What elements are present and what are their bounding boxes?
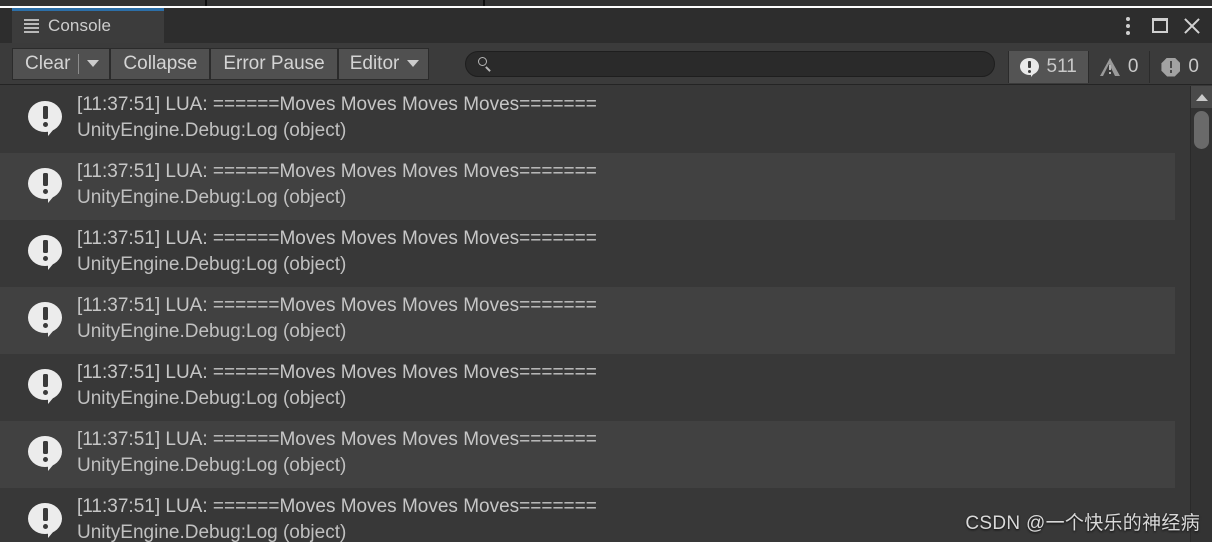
- log-entry-text: [11:37:51] LUA: ======Moves Moves Moves …: [77, 159, 597, 211]
- log-entry-text: [11:37:51] LUA: ======Moves Moves Moves …: [77, 293, 597, 345]
- search-icon: [478, 57, 492, 72]
- error-bubble-icon: [1019, 57, 1039, 77]
- error-bubble-icon: [28, 369, 62, 404]
- window-controls: [1114, 8, 1206, 43]
- clear-button-separator: [78, 53, 80, 74]
- log-entry-message: [11:37:51] LUA: ======Moves Moves Moves …: [77, 429, 597, 450]
- clear-button[interactable]: Clear: [12, 47, 111, 80]
- error-bubble-icon: [28, 101, 62, 136]
- log-entry-row[interactable]: [11:37:51] LUA: ======Moves Moves Moves …: [0, 488, 1175, 542]
- error-counter[interactable]: 511: [1007, 51, 1088, 83]
- log-entry-message: [11:37:51] LUA: ======Moves Moves Moves …: [77, 94, 597, 115]
- log-entry-row[interactable]: [11:37:51] LUA: ======Moves Moves Moves …: [0, 220, 1175, 287]
- log-counters: 511 0 0: [1007, 51, 1210, 83]
- close-icon: [1183, 17, 1201, 35]
- close-button[interactable]: [1178, 11, 1206, 41]
- log-entry-stack: UnityEngine.Debug:Log (object): [77, 254, 347, 275]
- error-counter-value: 511: [1046, 56, 1077, 77]
- warning-counter[interactable]: 0: [1087, 51, 1150, 83]
- vertical-scrollbar[interactable]: [1190, 86, 1212, 542]
- chevron-down-icon: [407, 60, 420, 67]
- maximize-icon: [1152, 18, 1168, 33]
- log-entry-message: [11:37:51] LUA: ======Moves Moves Moves …: [77, 496, 597, 517]
- warning-triangle-icon: [1099, 58, 1120, 76]
- maximize-button[interactable]: [1146, 11, 1174, 41]
- error-bubble-icon: [28, 503, 62, 538]
- log-entry-text: [11:37:51] LUA: ======Moves Moves Moves …: [77, 226, 597, 278]
- log-entry-row[interactable]: [11:37:51] LUA: ======Moves Moves Moves …: [0, 421, 1175, 488]
- scrollbar-thumb[interactable]: [1194, 111, 1209, 149]
- scroll-up-button[interactable]: [1191, 86, 1212, 108]
- log-entry-list[interactable]: [11:37:51] LUA: ======Moves Moves Moves …: [0, 86, 1212, 542]
- info-counter[interactable]: 0: [1149, 51, 1210, 83]
- kebab-menu-button[interactable]: [1114, 11, 1142, 41]
- console-lines-icon: [24, 18, 39, 33]
- info-octagon-icon: [1161, 57, 1181, 77]
- log-entry-text: [11:37:51] LUA: ======Moves Moves Moves …: [77, 360, 597, 412]
- chevron-down-icon[interactable]: [87, 60, 100, 67]
- error-bubble-icon: [28, 302, 62, 337]
- clear-button-label: Clear: [25, 52, 71, 74]
- warning-counter-value: 0: [1127, 56, 1139, 77]
- search-field[interactable]: [465, 51, 995, 77]
- log-entry-stack: UnityEngine.Debug:Log (object): [77, 388, 347, 409]
- log-entry-message: [11:37:51] LUA: ======Moves Moves Moves …: [77, 228, 597, 249]
- log-entry-text: [11:37:51] LUA: ======Moves Moves Moves …: [77, 494, 597, 542]
- tab-console[interactable]: Console: [12, 8, 164, 43]
- log-entry-stack: UnityEngine.Debug:Log (object): [77, 455, 347, 476]
- log-entry-message: [11:37:51] LUA: ======Moves Moves Moves …: [77, 161, 597, 182]
- kebab-menu-icon: [1126, 16, 1130, 35]
- editor-dropdown-label: Editor: [349, 52, 400, 74]
- log-entry-row[interactable]: [11:37:51] LUA: ======Moves Moves Moves …: [0, 86, 1175, 153]
- log-entry-row[interactable]: [11:37:51] LUA: ======Moves Moves Moves …: [0, 354, 1175, 421]
- log-entry-row[interactable]: [11:37:51] LUA: ======Moves Moves Moves …: [0, 287, 1175, 354]
- chevron-up-icon: [1195, 93, 1208, 101]
- editor-dropdown-button[interactable]: Editor: [337, 47, 430, 80]
- error-bubble-icon: [28, 168, 62, 203]
- unity-console-window: Console Clear Collapse Error Pause Edito…: [0, 0, 1212, 542]
- log-entry-stack: UnityEngine.Debug:Log (object): [77, 321, 347, 342]
- log-entry-stack: UnityEngine.Debug:Log (object): [77, 522, 347, 542]
- error-pause-button[interactable]: Error Pause: [210, 47, 338, 80]
- tab-console-label: Console: [48, 15, 112, 35]
- error-bubble-icon: [28, 436, 62, 471]
- info-counter-value: 0: [1188, 56, 1199, 77]
- log-entry-stack: UnityEngine.Debug:Log (object): [77, 120, 347, 141]
- collapse-button[interactable]: Collapse: [110, 47, 211, 80]
- error-pause-button-label: Error Pause: [223, 52, 325, 74]
- log-entry-message: [11:37:51] LUA: ======Moves Moves Moves …: [77, 295, 597, 316]
- log-entry-stack: UnityEngine.Debug:Log (object): [77, 187, 347, 208]
- tab-bar: Console: [0, 8, 1212, 43]
- tab-active-accent: [12, 8, 164, 11]
- log-entry-text: [11:37:51] LUA: ======Moves Moves Moves …: [77, 427, 597, 479]
- log-entry-message: [11:37:51] LUA: ======Moves Moves Moves …: [77, 362, 597, 383]
- log-entry-row[interactable]: [11:37:51] LUA: ======Moves Moves Moves …: [0, 153, 1175, 220]
- search-input[interactable]: [492, 52, 994, 76]
- error-bubble-icon: [28, 235, 62, 270]
- collapse-button-label: Collapse: [123, 52, 198, 74]
- log-entry-text: [11:37:51] LUA: ======Moves Moves Moves …: [77, 92, 597, 144]
